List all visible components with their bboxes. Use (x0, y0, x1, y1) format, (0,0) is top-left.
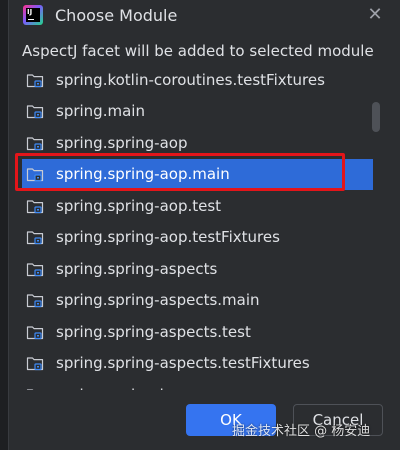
module-list-item[interactable]: spring.spring-beans (22, 379, 373, 390)
module-label: spring.spring-aop.main (56, 165, 230, 183)
module-label: spring.spring-aop.testFixtures (56, 228, 280, 246)
module-label: spring.spring-aop.test (56, 196, 222, 215)
module-list-item[interactable]: spring.spring-aspects.main (22, 285, 373, 316)
module-label: spring.kotlin-coroutines.testFixtures (56, 70, 325, 89)
module-folder-icon (26, 135, 44, 151)
module-label: spring.spring-beans (56, 386, 205, 391)
module-list-item[interactable]: spring.main (22, 96, 373, 127)
module-label: spring.spring-aspects.test (56, 322, 251, 341)
module-list-item[interactable]: spring.spring-aop.test (22, 190, 373, 221)
module-list-item[interactable]: spring.spring-aop.testFixtures (22, 222, 373, 253)
module-folder-icon (26, 292, 44, 308)
module-list-item[interactable]: spring.spring-aspects.testFixtures (22, 348, 373, 379)
module-label: spring.spring-aspects.main (56, 291, 260, 309)
dialog-title: Choose Module (55, 6, 178, 25)
module-folder-icon (26, 103, 44, 119)
module-list-item[interactable]: spring.spring-aop (22, 127, 373, 158)
module-folder-icon (26, 387, 44, 390)
module-folder-icon (26, 198, 44, 214)
module-list-item[interactable]: spring.spring-aop.main (22, 158, 373, 190)
module-folder-icon (26, 355, 44, 371)
cancel-button[interactable]: Cancel (293, 404, 383, 436)
module-list-item[interactable]: spring.spring-aspects.test (22, 316, 373, 347)
intellij-idea-icon: IJ (23, 5, 43, 25)
module-list-item[interactable]: spring.spring-aspects (22, 253, 373, 284)
list-scrollbar[interactable] (372, 102, 380, 132)
dialog-footer: OK Cancel (9, 396, 400, 450)
module-label: spring.spring-aspects (56, 259, 218, 278)
module-list-item[interactable]: spring.kotlin-coroutines.testFixtures (22, 64, 373, 95)
module-label: spring.main (56, 102, 145, 120)
module-label: spring.spring-aop (56, 133, 188, 152)
module-folder-icon (26, 166, 44, 182)
ide-background-edge (0, 0, 9, 450)
title-bar: IJ Choose Module ✕ (9, 0, 400, 32)
close-icon[interactable]: ✕ (364, 4, 386, 26)
ok-button[interactable]: OK (186, 404, 276, 436)
module-folder-icon (26, 229, 44, 245)
module-folder-icon (26, 324, 44, 340)
choose-module-dialog: IJ Choose Module ✕ AspectJ facet will be… (0, 0, 400, 450)
module-label: spring.spring-aspects.testFixtures (56, 354, 310, 372)
module-folder-icon (26, 72, 44, 88)
dialog-message: AspectJ facet will be added to selected … (22, 42, 374, 60)
module-list[interactable]: spring.kotlin-coroutines.testFixtures sp… (22, 64, 387, 390)
module-folder-icon (26, 261, 44, 277)
